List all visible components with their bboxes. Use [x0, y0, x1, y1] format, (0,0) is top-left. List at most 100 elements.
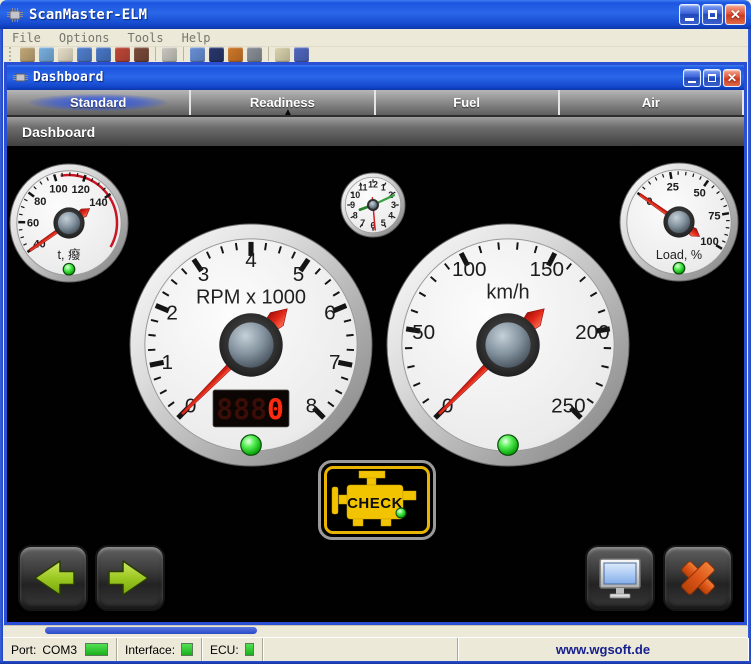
- dashboard-close-button[interactable]: ✕: [723, 69, 741, 87]
- ecu-label: ECU:: [210, 643, 239, 657]
- svg-text:100: 100: [49, 183, 68, 195]
- port-value: COM3: [42, 643, 77, 657]
- svg-text:50: 50: [693, 187, 705, 199]
- menu-bar: FileOptionsToolsHelp: [3, 29, 748, 47]
- check-engine-inner: CHECK: [324, 466, 430, 534]
- svg-text:12: 12: [368, 180, 378, 190]
- minimize-icon: [688, 81, 696, 83]
- toolbar-icon-5[interactable]: [96, 47, 111, 62]
- svg-text:3: 3: [391, 200, 396, 210]
- menu-tools[interactable]: Tools: [118, 31, 172, 45]
- svg-text:250: 250: [551, 395, 586, 418]
- app-minimize-button[interactable]: [679, 4, 700, 25]
- svg-text:5: 5: [293, 263, 305, 286]
- check-engine-light: CHECK: [318, 460, 436, 540]
- svg-text:60: 60: [27, 217, 39, 229]
- svg-text:km/h: km/h: [486, 282, 529, 304]
- svg-text:3: 3: [198, 263, 210, 286]
- close-dashboard-button[interactable]: [663, 545, 733, 611]
- svg-text:25: 25: [667, 181, 679, 193]
- right-arrow-icon: [107, 558, 153, 598]
- toolbar-separator: [268, 47, 269, 61]
- dashboard-titlebar: Dashboard ✕: [7, 65, 744, 90]
- toolbar-icon-4[interactable]: [77, 47, 92, 62]
- next-button[interactable]: [95, 545, 165, 611]
- toolbar-icon-13[interactable]: [228, 47, 243, 62]
- minimize-icon: [685, 18, 694, 21]
- svg-text:75: 75: [708, 211, 720, 223]
- svg-text:Load, %: Load, %: [656, 248, 702, 262]
- mdi-bottom-strip: [3, 625, 748, 637]
- dashboard-panel: 406080100120140t, 癈 123456789101112 0255…: [7, 146, 744, 622]
- svg-text:8880: 8880: [216, 393, 284, 426]
- dashboard-minimize-button[interactable]: [683, 69, 701, 87]
- app-titlebar: ScanMaster-ELM ✕: [0, 0, 751, 29]
- port-label: Port:: [11, 643, 36, 657]
- tab-fuel[interactable]: Fuel: [376, 90, 560, 115]
- status-empty-panel: [263, 638, 458, 661]
- left-arrow-icon: [30, 558, 76, 598]
- horizontal-scrollbar-thumb[interactable]: [45, 627, 257, 634]
- engine-icon: CHECK: [327, 468, 427, 532]
- menu-options[interactable]: Options: [50, 31, 119, 45]
- svg-text:100: 100: [452, 258, 487, 281]
- dashboard-restore-button[interactable]: [703, 69, 721, 87]
- toolbar-icon-6[interactable]: [115, 47, 130, 62]
- menu-help[interactable]: Help: [173, 31, 220, 45]
- section-header: Dashboard: [7, 117, 744, 146]
- app-maximize-button[interactable]: [702, 4, 723, 25]
- toolbar-icon-9[interactable]: [162, 47, 177, 62]
- toolbar-grip: [9, 47, 12, 61]
- svg-text:5: 5: [381, 218, 386, 228]
- dashboard-window-title: Dashboard: [33, 70, 683, 85]
- svg-text:7: 7: [329, 351, 341, 374]
- svg-text:CHECK: CHECK: [347, 495, 403, 512]
- svg-text:t, 癈: t, 癈: [57, 247, 80, 262]
- svg-text:120: 120: [71, 184, 90, 196]
- gauge-led: [63, 263, 75, 275]
- menu-file[interactable]: File: [3, 31, 50, 45]
- status-ecu-panel: ECU:: [202, 638, 263, 661]
- toolbar-icon-2[interactable]: [39, 47, 54, 62]
- toolbar-icon-11[interactable]: [190, 47, 205, 62]
- svg-text:11: 11: [358, 182, 367, 192]
- tab-air[interactable]: Air: [560, 90, 744, 115]
- gauge-led: [498, 435, 518, 455]
- maximize-icon: [708, 10, 717, 19]
- toolbar-icon-14[interactable]: [247, 47, 262, 62]
- tab-standard[interactable]: Standard: [7, 90, 191, 115]
- website-text: www.wgsoft.de: [458, 638, 748, 661]
- close-icon: ✕: [727, 72, 737, 84]
- toolbar-icon-3[interactable]: [58, 47, 73, 62]
- svg-text:2: 2: [166, 302, 178, 325]
- app-icon[interactable]: [7, 8, 23, 22]
- svg-text:4: 4: [245, 249, 257, 272]
- toolbar-icon-1[interactable]: [20, 47, 35, 62]
- toolbar-icon-12[interactable]: [209, 47, 224, 62]
- gauge-led: [241, 435, 261, 455]
- toolbar-icon-16[interactable]: [275, 47, 290, 62]
- toolbar-icon-17[interactable]: [294, 47, 309, 62]
- prev-button[interactable]: [18, 545, 88, 611]
- svg-text:200: 200: [575, 321, 610, 344]
- dashboard-window: Dashboard ✕ Standard Readiness Fuel Air …: [4, 62, 747, 625]
- svg-text:100: 100: [700, 236, 719, 248]
- svg-text:50: 50: [412, 321, 435, 344]
- svg-text:6: 6: [324, 302, 336, 325]
- monitor-button[interactable]: [585, 545, 655, 611]
- speed-gauge: 050100150200250km/h: [386, 223, 630, 472]
- status-port-panel: Port: COM3: [3, 638, 117, 661]
- app-close-button[interactable]: ✕: [725, 4, 746, 25]
- dashboard-tabbar: Standard Readiness Fuel Air ▲: [7, 90, 744, 117]
- coolant-temp-gauge: 406080100120140t, 癈: [9, 163, 129, 288]
- gauge-led: [673, 262, 685, 274]
- port-status-led: [85, 643, 108, 656]
- toolbar-icon-7[interactable]: [134, 47, 149, 62]
- dashboard-window-icon[interactable]: [13, 71, 28, 84]
- svg-text:1: 1: [161, 351, 173, 374]
- app-title: ScanMaster-ELM: [29, 7, 679, 23]
- tab-pointer-icon: ▲: [283, 108, 293, 118]
- toolbar: [3, 47, 748, 62]
- close-icon: ✕: [730, 8, 741, 21]
- toolbar-separator: [183, 47, 184, 61]
